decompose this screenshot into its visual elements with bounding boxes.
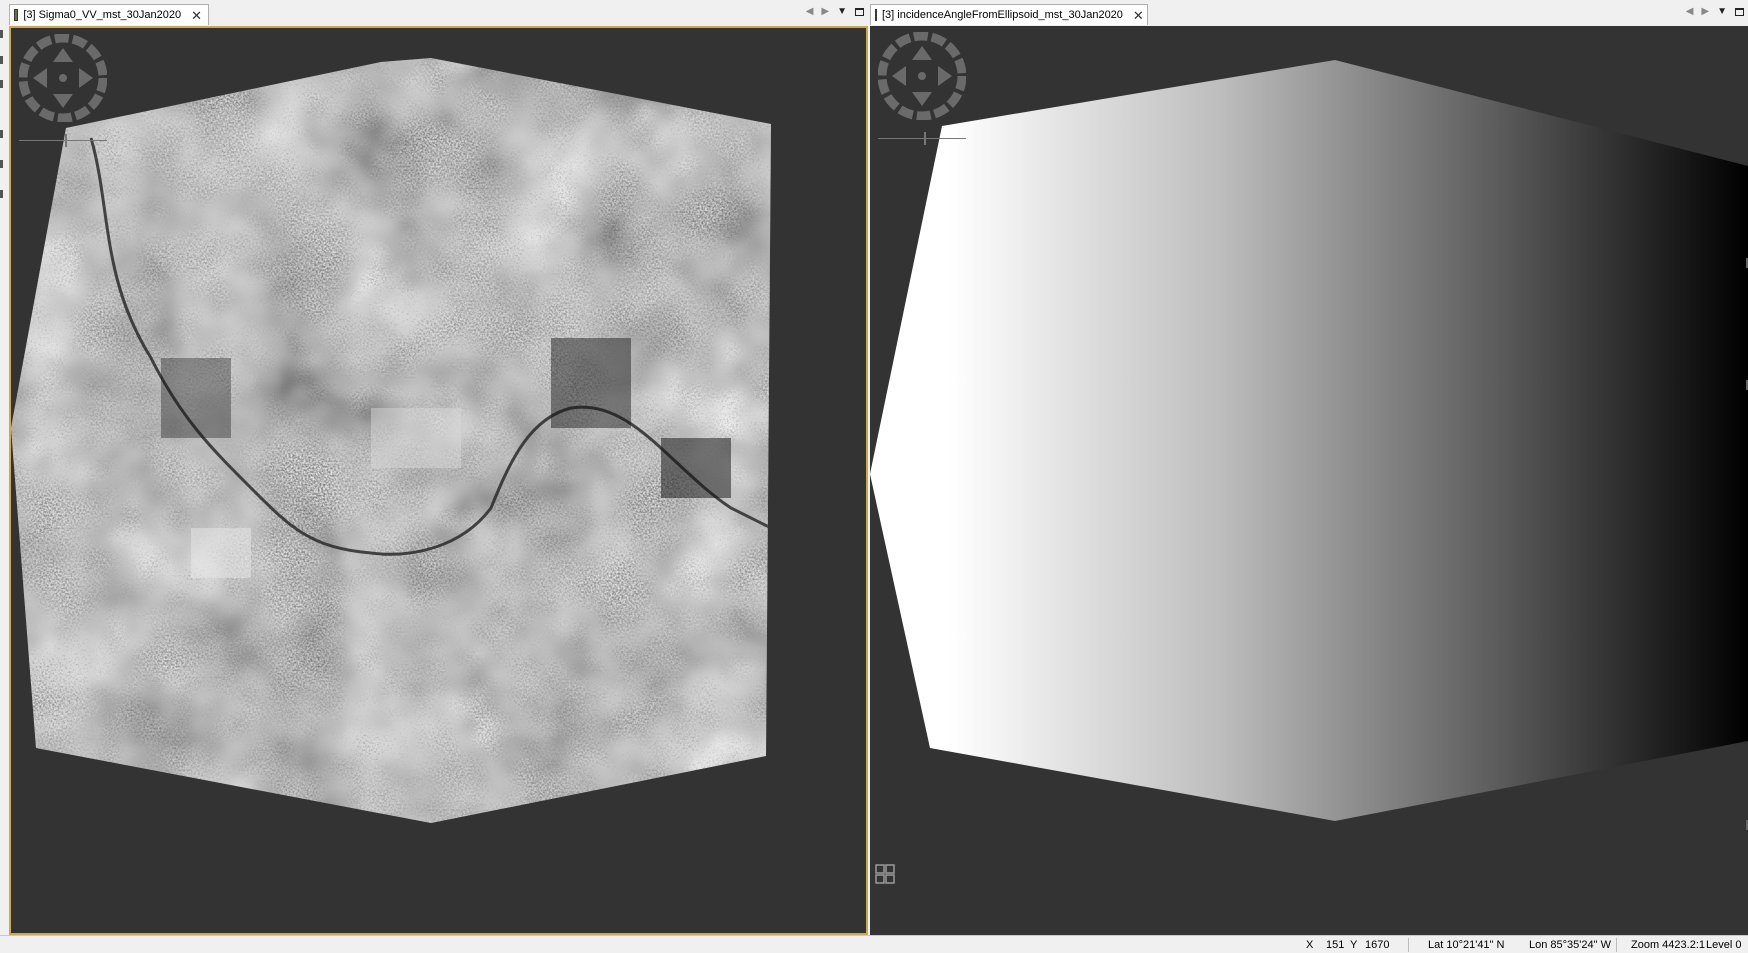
image-canvas[interactable] [870,26,1748,935]
status-level: Level 0 [1706,939,1742,951]
navigation-control-icon[interactable] [878,32,966,120]
status-separator [1408,938,1409,952]
status-x-value: 151 [1326,939,1345,951]
view-menu-icon[interactable]: ▼ [1717,6,1727,17]
status-y-value: 1670 [1365,939,1390,951]
image-view-sigma0: [3] Sigma0_VV_mst_30Jan2020 ✕ ◀ ▶ ▼ [9,0,868,935]
layer-manager-icon[interactable] [874,863,896,885]
status-longitude: Lon 85°35'24" W [1529,939,1611,951]
status-y-label: Y [1350,939,1358,951]
scroll-right-icon[interactable]: ▶ [1701,6,1709,17]
side-panel-marker [0,160,3,168]
tab-sigma0-vv[interactable]: [3] Sigma0_VV_mst_30Jan2020 ✕ [9,4,209,25]
side-panel-marker [0,190,3,198]
view-menu-icon[interactable]: ▼ [837,6,847,17]
status-zoom: Zoom 4423.2:1 [1631,939,1705,951]
side-panel-marker [0,30,3,38]
status-latitude: Lat 10°21'41" N [1428,939,1505,951]
incidence-angle-image [870,60,1748,821]
sar-image [11,58,771,823]
zoom-slider-handle[interactable] [924,132,926,145]
tab-label: [3] Sigma0_VV_mst_30Jan2020 [23,9,182,21]
tab-bar: [3] incidenceAngleFromEllipsoid_mst_30Ja… [870,0,1748,26]
status-separator [1616,938,1617,952]
side-panel-marker [0,56,3,64]
tab-label: [3] incidenceAngleFromEllipsoid_mst_30Ja… [882,9,1123,21]
side-panel-marker [0,130,3,138]
close-icon[interactable]: ✕ [1133,9,1144,22]
tab-incidence-angle[interactable]: [3] incidenceAngleFromEllipsoid_mst_30Ja… [870,4,1148,25]
side-panel-marker [0,80,3,88]
zoom-slider[interactable] [878,138,966,139]
image-canvas[interactable] [9,26,868,935]
zoom-slider[interactable] [19,140,107,141]
navigation-control-icon[interactable] [19,34,107,122]
tab-controls: ◀ ▶ ▼ [806,6,864,17]
close-icon[interactable]: ✕ [191,9,202,22]
scroll-left-icon[interactable]: ◀ [1686,6,1694,17]
image-view-icon [14,9,19,21]
tab-controls: ◀ ▶ ▼ [1686,6,1744,17]
image-view-incidence-angle: [3] incidenceAngleFromEllipsoid_mst_30Ja… [870,0,1748,935]
zoom-slider-handle[interactable] [65,134,67,147]
image-view-icon [875,9,877,21]
status-bar: X 151 Y 1670 Lat 10°21'41" N Lon 85°35'2… [0,935,1748,953]
scroll-right-icon[interactable]: ▶ [821,6,829,17]
maximize-icon[interactable] [1735,7,1744,16]
tab-bar: [3] Sigma0_VV_mst_30Jan2020 ✕ ◀ ▶ ▼ [9,0,868,26]
status-x-label: X [1306,939,1314,951]
scroll-left-icon[interactable]: ◀ [806,6,814,17]
maximize-icon[interactable] [855,7,864,16]
